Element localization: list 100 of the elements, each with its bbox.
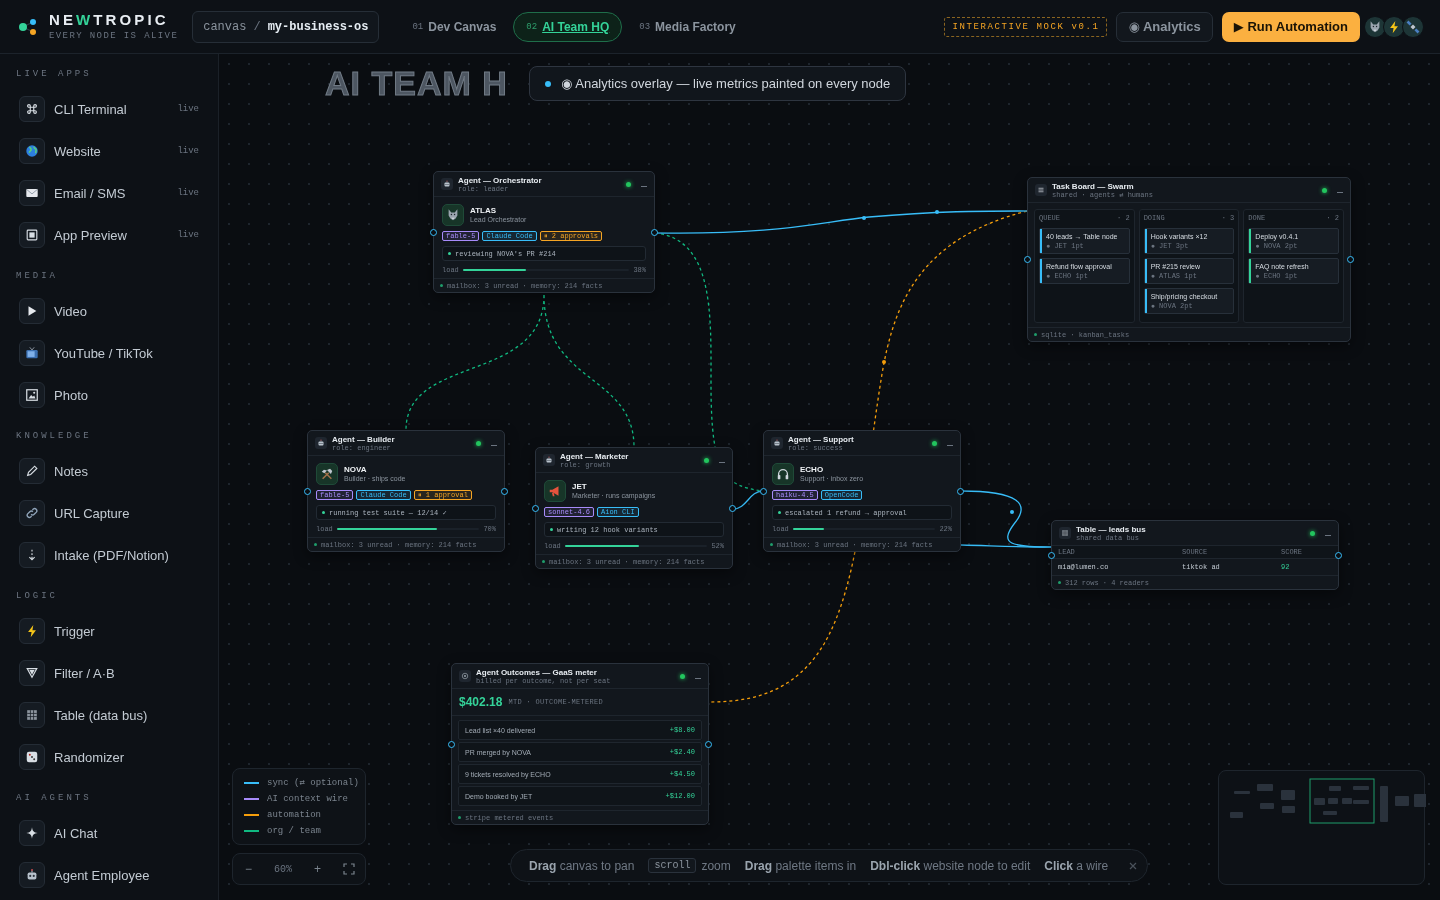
palette-item[interactable]: Video [0, 290, 218, 332]
canvas-tab[interactable]: 02 AI Team HQ [513, 11, 623, 42]
palette-item[interactable]: URL Capture [0, 492, 218, 534]
minimize-icon[interactable] [719, 461, 725, 463]
legend-label: automation [267, 810, 321, 820]
robot-icon [19, 862, 45, 888]
node-title: Agent — Marketer [560, 451, 630, 461]
footer-dot-icon [440, 284, 443, 287]
palette-item[interactable]: Photo [0, 374, 218, 416]
command-icon [19, 96, 45, 122]
agent-name: NOVA [344, 465, 368, 474]
minimap-node [1257, 784, 1273, 791]
tagline: EVERY NODE IS ALIVE [49, 31, 179, 41]
live-label: live [177, 104, 199, 114]
port-handle[interactable] [1335, 551, 1342, 559]
footer-dot-icon [542, 560, 545, 563]
palette-item[interactable]: Randomizer [0, 736, 218, 778]
run-automation-button[interactable]: ▶ Run Automation [1221, 11, 1360, 42]
link-icon [19, 500, 45, 526]
minimize-icon[interactable] [491, 444, 497, 446]
section-title: AI AGENTS [15, 792, 93, 805]
section-title: MEDIA [15, 270, 59, 283]
hint-text: zoom [701, 858, 731, 873]
port-handle[interactable] [705, 740, 712, 748]
brand-name: NEWTROPIC [49, 12, 170, 28]
minimap-node [1353, 786, 1369, 790]
palette-item[interactable]: YouTube / TikTok [0, 332, 218, 374]
port-handle[interactable] [1347, 256, 1354, 263]
palette-item[interactable]: CLI Terminal live [0, 88, 218, 130]
port-handle[interactable] [501, 487, 508, 495]
grid-icon [19, 702, 45, 728]
minimap-node [1230, 812, 1243, 818]
footer-dot-icon [458, 816, 461, 819]
satellite-icon[interactable] [1402, 15, 1424, 38]
port-handle[interactable] [532, 504, 539, 512]
canvas-title: AI TEAM H [325, 64, 508, 103]
node-title: Agent — Builder [332, 434, 396, 444]
minimize-icon[interactable] [695, 677, 701, 679]
palette-item[interactable]: Agent Employee [0, 854, 218, 896]
minimap-node [1282, 806, 1295, 813]
sparkle-icon [19, 820, 45, 846]
lightning-icon [19, 618, 45, 644]
agent-name: JET [572, 482, 588, 491]
breadcrumb-current: my-business-os [267, 19, 369, 34]
footer-dot-icon [1034, 333, 1037, 336]
port-handle[interactable] [448, 740, 455, 748]
palette-item[interactable]: Notes [0, 450, 218, 492]
palette-item[interactable]: Intake (PDF/Notion) [0, 534, 218, 576]
minimap-node [1260, 803, 1274, 809]
minimize-icon[interactable] [641, 185, 647, 187]
animal-head-icon[interactable] [1364, 15, 1386, 38]
logo-icon[interactable] [18, 17, 38, 36]
key-cap: scroll [648, 858, 697, 873]
port-handle[interactable] [1024, 256, 1031, 263]
palette-item[interactable]: Website live [0, 130, 218, 172]
palette-item[interactable]: Filter / A·B [0, 652, 218, 694]
minimize-icon[interactable] [1325, 534, 1331, 536]
task-board-card[interactable] [1027, 177, 1351, 342]
minimap-node [1395, 796, 1409, 806]
hint-text: Click a wire [1044, 858, 1109, 873]
analytics-button[interactable]: ◉ Analytics [1116, 11, 1213, 42]
minimize-icon[interactable] [947, 444, 953, 446]
footer-dot-icon [314, 543, 317, 546]
port-handle[interactable] [729, 504, 736, 512]
port-handle[interactable] [1048, 551, 1055, 559]
window-icon [19, 222, 45, 248]
headphones-icon [772, 463, 794, 485]
outcomes-node-card[interactable] [451, 663, 709, 825]
node-title: Agent Outcomes — GaaS meter [476, 667, 598, 677]
breadcrumb-link[interactable]: canvas [203, 19, 247, 34]
port-handle[interactable] [651, 228, 658, 236]
tools-icon [316, 463, 338, 485]
lightning-icon[interactable] [1383, 15, 1405, 38]
zoom-in-button[interactable]: + [310, 862, 325, 876]
minimap-node [1281, 790, 1295, 800]
palette-item[interactable]: Trigger [0, 610, 218, 652]
minimize-icon[interactable] [1337, 191, 1343, 193]
live-label: live [177, 146, 199, 156]
sync-wire[interactable] [960, 544, 1052, 548]
target-icon [459, 670, 471, 682]
zoom-out-button[interactable]: − [241, 862, 256, 876]
palette-item[interactable]: Table (data bus) [0, 694, 218, 736]
port-handle[interactable] [304, 487, 311, 495]
canvas-tab[interactable]: 03 Media Factory [626, 11, 749, 42]
activity-dot-icon [448, 252, 451, 255]
activity-dot-icon [550, 528, 553, 531]
hint-text: Dbl-click website node to edit [870, 858, 1031, 873]
legend-label: AI context wire [267, 794, 348, 804]
port-handle[interactable] [430, 228, 437, 236]
minimap-node [1329, 786, 1341, 791]
port-handle[interactable] [957, 487, 964, 495]
palette-item[interactable]: Email / SMS live [0, 172, 218, 214]
node-title: Table — leads bus [1076, 524, 1147, 534]
palette-item[interactable]: AI Chat [0, 812, 218, 854]
port-handle[interactable] [760, 487, 767, 495]
megaphone-icon [544, 480, 566, 502]
fullscreen-icon[interactable] [343, 863, 355, 875]
activity-dot-icon [322, 511, 325, 514]
canvas-tab[interactable]: 01 Dev Canvas [399, 11, 510, 42]
palette-item[interactable]: App Preview live [0, 214, 218, 256]
